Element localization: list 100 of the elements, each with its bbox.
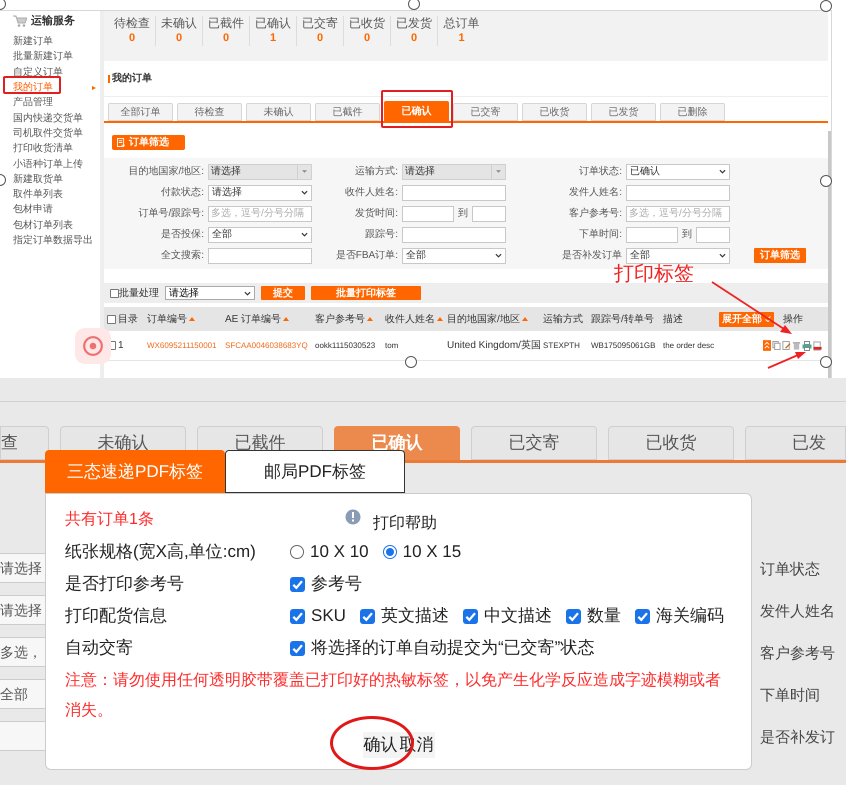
dialog-button[interactable]: 确认	[362, 732, 398, 758]
form-field[interactable]	[0, 721, 45, 751]
select-field[interactable]: 全部	[402, 248, 506, 264]
tab[interactable]: 已交寄	[453, 103, 518, 121]
sidebar-item[interactable]: 批量新建订单	[13, 51, 73, 64]
edit-icon[interactable]	[782, 341, 791, 350]
tab[interactable]: 全部订单	[108, 103, 173, 121]
text-field[interactable]	[208, 248, 312, 264]
tab[interactable]: 未确认	[246, 103, 311, 121]
collapse-icon[interactable]	[763, 340, 771, 351]
resize-handle[interactable]	[408, 0, 420, 10]
trash-icon[interactable]	[792, 341, 801, 350]
column-header[interactable]: 订单编号	[147, 312, 187, 326]
column-header: 跟踪号/转单号	[591, 312, 654, 326]
scrollbar[interactable]	[828, 131, 831, 378]
column-header: 运输方式	[543, 312, 583, 326]
sidebar-item[interactable]: 小语种订单上传	[13, 158, 83, 171]
checkbox[interactable]	[290, 576, 305, 592]
select-field[interactable]: 请选择	[208, 164, 312, 180]
checkbox[interactable]	[360, 608, 375, 624]
sidebar-item[interactable]: 自定义订单	[13, 66, 63, 79]
text-field[interactable]	[402, 226, 506, 242]
status-label: 已发货	[396, 16, 432, 31]
option-text: 10 X 10	[310, 541, 369, 564]
tab[interactable]: 待检查	[177, 103, 242, 121]
select-field[interactable]: 已确认	[626, 164, 730, 180]
date-field[interactable]	[626, 226, 678, 242]
table-cell: tom	[385, 340, 398, 352]
form-field[interactable]: 请选择	[0, 553, 45, 583]
form-field[interactable]: 全部	[0, 679, 45, 709]
assistant-button[interactable]	[75, 328, 111, 364]
checkbox[interactable]	[290, 608, 305, 624]
checkbox[interactable]	[566, 608, 581, 624]
tab[interactable]: 已收货	[608, 426, 734, 460]
arrow-right-icon	[92, 86, 96, 90]
option-text: 海关编码	[656, 605, 724, 628]
radio-button[interactable]	[382, 545, 397, 559]
checkbox[interactable]	[110, 288, 119, 298]
column-header[interactable]: 客户参考号	[315, 312, 365, 326]
date-field[interactable]	[696, 226, 730, 242]
select-field[interactable]: 请选择	[165, 286, 255, 300]
option-label: 是否打印参考号	[65, 573, 185, 596]
checkbox[interactable]	[462, 608, 478, 624]
status-count: 0	[410, 31, 418, 45]
caret-icon	[496, 170, 501, 173]
status-count: 1	[458, 31, 465, 45]
text-field[interactable]	[626, 184, 730, 200]
info-icon[interactable]	[345, 509, 361, 525]
sort-up-icon[interactable]	[283, 317, 290, 321]
tab[interactable]: 已发	[745, 426, 846, 460]
tab[interactable]: 已交寄	[471, 426, 597, 460]
help-link[interactable]: 打印帮助	[373, 512, 437, 536]
option-text: 中文描述	[484, 605, 552, 628]
text-field[interactable]: 多选，逗号/分号分隔	[626, 206, 730, 222]
tab[interactable]: 已收货	[522, 103, 587, 121]
select-field[interactable]: 请选择	[402, 164, 506, 180]
form-field[interactable]: 请选择	[0, 595, 45, 625]
sort-up-icon[interactable]	[367, 317, 373, 321]
sidebar-item[interactable]: 包材订单列表	[13, 220, 73, 232]
radio-button[interactable]	[290, 545, 304, 559]
dialog-tab[interactable]: 邮局PDF标签	[225, 450, 405, 493]
checkbox[interactable]	[290, 640, 305, 656]
column-header[interactable]: AE 订单编号	[225, 312, 282, 326]
text-field[interactable]: 多选，逗号/分号分隔	[208, 206, 312, 222]
sidebar-item[interactable]: 国内快递交货单	[13, 112, 83, 125]
sidebar-item[interactable]: 包材申请	[13, 204, 53, 216]
select-field[interactable]: 请选择	[208, 184, 312, 200]
tab[interactable]: 已发货	[591, 103, 656, 121]
date-field[interactable]	[472, 206, 506, 222]
sidebar-item[interactable]: 取件单列表	[13, 189, 63, 202]
sidebar-item[interactable]: 新建订单	[13, 36, 53, 48]
tab[interactable]: 查	[0, 426, 49, 460]
annotation-arrow	[768, 352, 806, 369]
sidebar-item[interactable]: 指定订单数据导出	[13, 235, 93, 247]
select-field[interactable]: 全部	[208, 226, 312, 242]
column-header[interactable]: 收件人姓名	[385, 312, 435, 326]
pdf-icon[interactable]	[813, 340, 822, 350]
form-field[interactable]: 多选，	[0, 637, 45, 667]
date-field[interactable]	[402, 206, 454, 222]
printer-icon[interactable]	[802, 340, 812, 350]
sort-up-icon[interactable]	[522, 317, 528, 321]
select-field[interactable]: 全部	[626, 248, 730, 264]
checkbox-label: 批量处理	[119, 286, 159, 300]
form-label: 下单时间	[760, 686, 820, 706]
sidebar-item[interactable]: 打印收货清单	[13, 143, 73, 156]
resize-handle[interactable]	[820, 0, 832, 12]
column-header[interactable]: 目的地国家/地区	[447, 312, 520, 326]
checkbox[interactable]	[107, 314, 116, 324]
sidebar-item[interactable]: 新建取货单	[13, 174, 63, 186]
sort-up-icon[interactable]	[437, 317, 443, 321]
sort-up-icon[interactable]	[189, 317, 195, 321]
checkbox[interactable]	[634, 608, 650, 624]
text-field[interactable]	[402, 184, 506, 200]
tab[interactable]: 已删除	[660, 103, 725, 121]
filter-label: 是否补发订单	[561, 248, 623, 263]
sidebar-item[interactable]: 司机取件交货单	[13, 128, 83, 140]
option-text: 参考号	[311, 573, 362, 596]
sidebar-item[interactable]: 产品管理	[13, 97, 53, 110]
copy-icon[interactable]	[772, 341, 781, 350]
tab[interactable]: 已截件	[315, 103, 380, 121]
